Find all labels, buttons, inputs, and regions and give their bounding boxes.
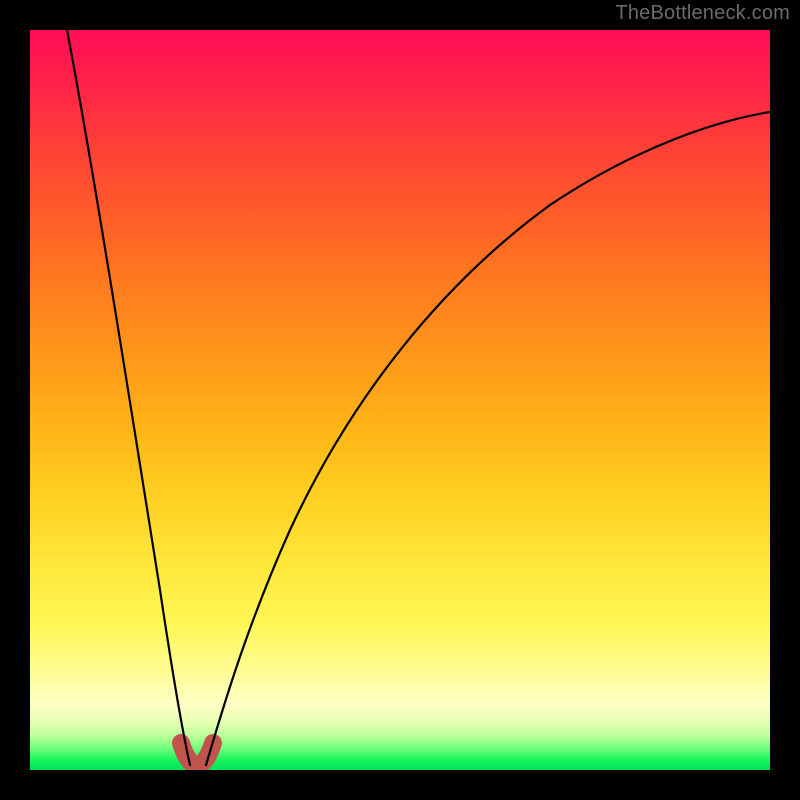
- plot-area: [30, 30, 770, 770]
- curve-left-branch: [67, 30, 190, 765]
- curve-layer: [30, 30, 770, 770]
- chart-frame: TheBottleneck.com: [0, 0, 800, 800]
- watermark-text: TheBottleneck.com: [615, 2, 790, 25]
- curve-right-branch: [206, 112, 770, 765]
